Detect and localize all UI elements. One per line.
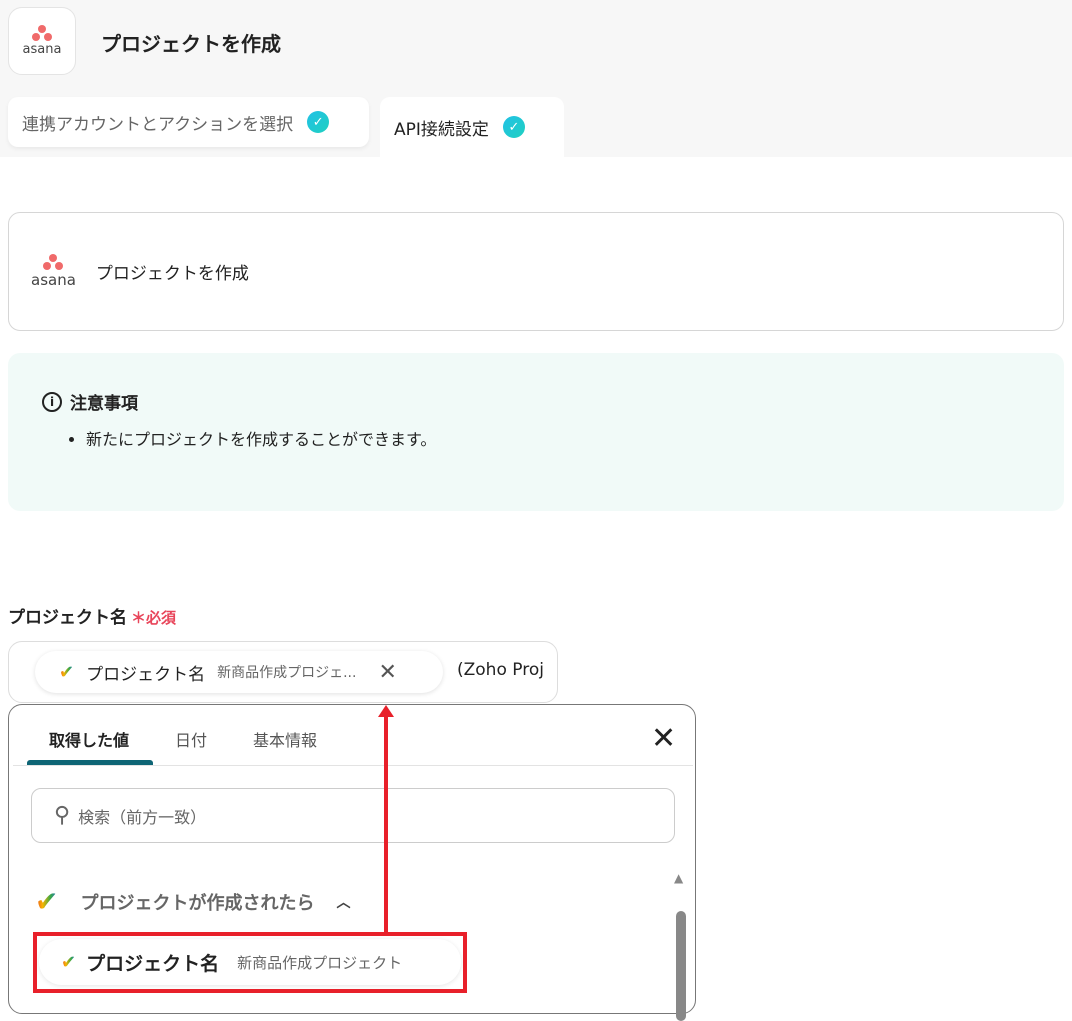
tab-label: 連携アカウントとアクションを選択 [22,114,294,135]
action-card: asana プロジェクトを作成 [8,212,1064,331]
logo-text: asana [31,271,76,289]
logo-text: asana [22,42,62,57]
annotation-arrow [384,714,388,934]
tab-fetched-values[interactable]: 取得した値 [49,727,129,751]
group-title: プロジェクトが作成されたら [80,892,315,914]
info-icon: i [42,391,62,412]
tab-select-account[interactable]: 連携アカウントとアクションを選択 ✓ [8,97,369,147]
group-header[interactable]: ✔ プロジェクトが作成されたら ︿ [35,885,350,918]
search-placeholder: 検索（前方一致） [78,807,207,827]
highlight-box [33,932,467,993]
project-name-input[interactable]: ✔ プロジェクト名 新商品作成プロジェ... ✕ (Zoho Proj [8,641,558,703]
tab-date[interactable]: 日付 [175,727,207,751]
remove-pill-icon[interactable]: ✕ [378,660,396,685]
tab-api-settings[interactable]: API接続設定 ✓ [380,97,564,157]
scrollbar[interactable] [676,911,686,1021]
required-text: 必須 [146,609,177,627]
zoho-check-icon: ✔ [35,885,59,918]
field-label: プロジェクト名 ＊必須 [8,603,176,628]
asana-logo: asana [31,254,76,289]
close-icon[interactable]: ✕ [651,721,676,756]
tab-label: API接続設定 [394,119,489,140]
action-title: プロジェクトを作成 [95,264,249,284]
variable-pill[interactable]: ✔ プロジェクト名 新商品作成プロジェ... ✕ [35,651,443,693]
tab-basic-info[interactable]: 基本情報 [253,727,317,751]
pill-label: プロジェクト名 [86,664,206,685]
search-input[interactable]: ⚲ 検索（前方一致） [31,788,675,843]
notice-box: i 注意事項 新たにプロジェクトを作成することができます。 [8,353,1064,511]
scroll-up-icon[interactable]: ▲ [674,871,683,885]
page-title: プロジェクトを作成 [101,32,281,56]
zoho-check-icon: ✔ [59,661,75,683]
required-badge: ＊必須 [131,609,177,627]
arrow-head [378,705,394,717]
search-icon: ⚲ [54,803,71,828]
check-icon: ✓ [502,116,525,138]
notice-title: 注意事項 [70,394,138,414]
asana-logo: asana [8,7,76,75]
pill-value: 新商品作成プロジェ... [217,665,357,681]
field-trailing-text: (Zoho Proj [457,660,544,680]
header: asana プロジェクトを作成 連携アカウントとアクションを選択 ✓ API接続設… [0,0,1072,157]
divider [13,765,693,766]
check-icon: ✓ [307,111,330,133]
field-label-text: プロジェクト名 [8,608,127,628]
chevron-up-icon[interactable]: ︿ [336,892,350,912]
notice-item: 新たにプロジェクトを作成することができます。 [86,426,1030,450]
